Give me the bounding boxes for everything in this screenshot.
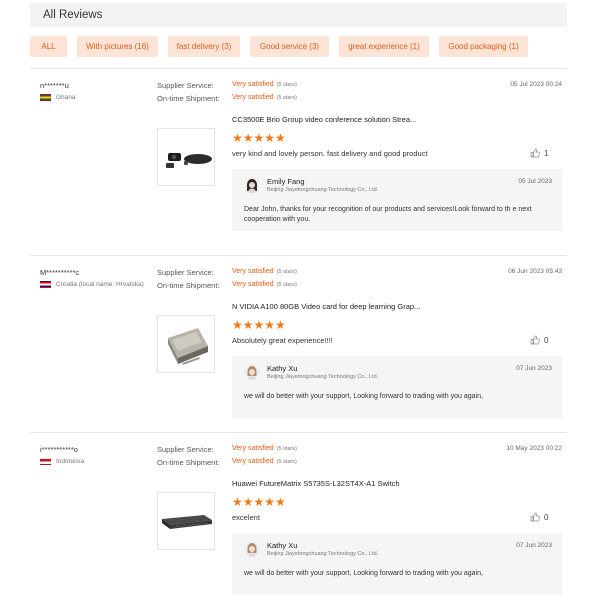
country-name: Ghana: [56, 94, 76, 101]
replier-name: Kathy Xu: [267, 364, 298, 373]
reply-text: Dear John, thanks for your recognition o…: [244, 206, 532, 223]
reply-text: we will do better with your support, Loo…: [244, 393, 483, 400]
replier-name: Emily Fang: [267, 177, 305, 186]
croatia-flag-icon: [40, 281, 51, 288]
replier-company: Beijing Jiayetongchuang Technology Co., …: [267, 551, 379, 557]
reviewer-country: Indonesia: [40, 458, 84, 465]
star-rating: ★★★★★: [232, 318, 286, 332]
review-item: n*******u Ghana Supplier Service: On-tim…: [30, 81, 567, 256]
reviewer-country: Ghana: [40, 94, 76, 101]
country-name: Indonesia: [56, 458, 85, 465]
product-image[interactable]: [157, 128, 215, 186]
supplier-reply: Emily Fang Beijing Jiayetongchuang Techn…: [232, 169, 562, 231]
reviewer-name: M**********c: [40, 268, 80, 277]
review-date: 10 May 2023 00:22: [506, 445, 562, 452]
supplier-reply: Kathy Xu Beijing Jiayetongchuang Technol…: [232, 533, 562, 595]
ontime-shipment-rating: Very satisfied (5 stars): [232, 94, 297, 101]
supplier-service-rating: Very satisfied (5 stars): [232, 268, 297, 275]
supplier-reply: Kathy Xu Beijing Jiayetongchuang Technol…: [232, 356, 562, 418]
ontime-shipment-rating: Very satisfied (5 stars): [232, 281, 297, 288]
review-filters: ALL With pictures (16) fast delivery (3)…: [30, 36, 538, 57]
replier-company: Beijing Jiayetongchuang Technology Co., …: [267, 187, 379, 193]
reviewer-name: i***********o: [40, 445, 78, 454]
product-image[interactable]: [157, 315, 215, 373]
supplier-service-rating: Very satisfied (5 stars): [232, 445, 297, 452]
thumbs-up-icon: [530, 512, 540, 522]
thumbs-up-icon: [530, 335, 540, 345]
review-comment: very kind and lovely person. fast delive…: [232, 149, 428, 158]
supplier-service-label: Supplier Service:: [157, 445, 214, 454]
ontime-shipment-rating: Very satisfied (5 stars): [232, 458, 297, 465]
review-item: i***********o Indonesia Supplier Service…: [30, 445, 567, 600]
ontime-shipment-label: On-time Shipment:: [157, 458, 220, 467]
like-button[interactable]: 1: [530, 148, 548, 158]
filter-fast-delivery[interactable]: fast delivery (3): [168, 36, 240, 57]
review-item: M**********c Croatia (local name: Hrvats…: [30, 268, 567, 443]
product-title[interactable]: CC3500E Brio Group video conference solu…: [232, 115, 416, 124]
reviews-header: All Reviews: [30, 3, 567, 27]
avatar: [244, 177, 260, 193]
ontime-shipment-label: On-time Shipment:: [157, 94, 220, 103]
page-title: All Reviews: [43, 9, 103, 21]
replier-company: Beijing Jiayetongchuang Technology Co., …: [267, 374, 379, 380]
reply-date: 05 Jul 2023: [518, 178, 552, 185]
product-title[interactable]: N VIDIA A100 80GB Video card for deep le…: [232, 302, 420, 311]
supplier-service-rating: Very satisfied (5 stars): [232, 81, 297, 88]
like-button[interactable]: 0: [530, 335, 548, 345]
avatar: [244, 541, 260, 557]
filter-good-service[interactable]: Good service (3): [250, 36, 329, 57]
graphics-card-icon: [168, 328, 208, 366]
ontime-shipment-label: On-time Shipment:: [157, 281, 220, 290]
divider: [30, 255, 567, 256]
like-button[interactable]: 0: [530, 512, 548, 522]
user-avatar-icon: [244, 541, 260, 557]
product-image[interactable]: [157, 492, 215, 550]
filter-all[interactable]: ALL: [30, 36, 67, 57]
user-avatar-icon: [244, 364, 260, 380]
country-name: Croatia (local name: Hrvatska): [56, 281, 144, 288]
filter-great-experience[interactable]: great experience (1): [339, 36, 429, 57]
indonesia-flag-icon: [40, 458, 51, 465]
avatar: [244, 364, 260, 380]
star-rating: ★★★★★: [232, 495, 286, 509]
review-date: 06 Jun 2023 05:43: [508, 268, 562, 275]
reply-text: we will do better with your support, Loo…: [244, 570, 483, 577]
divider: [30, 432, 567, 433]
supplier-service-label: Supplier Service:: [157, 268, 214, 277]
review-date: 05 Jul 2023 00:24: [510, 81, 562, 88]
user-avatar-icon: [244, 177, 260, 193]
filter-good-packaging[interactable]: Good packaging (1): [439, 36, 528, 57]
product-title[interactable]: Huawei FutureMatrix S5735S-L32ST4X-A1 Sw…: [232, 479, 400, 488]
divider: [30, 68, 567, 69]
replier-name: Kathy Xu: [267, 541, 298, 550]
reply-date: 07 Jun 2023: [516, 365, 552, 372]
reviewer-country: Croatia (local name: Hrvatska): [40, 281, 144, 288]
video-conference-camera-icon: [166, 153, 212, 168]
ghana-flag-icon: [40, 94, 51, 101]
filter-with-pictures[interactable]: With pictures (16): [77, 36, 158, 57]
reply-date: 07 Jun 2023: [516, 542, 552, 549]
thumbs-up-icon: [530, 148, 540, 158]
network-switch-icon: [162, 515, 212, 529]
like-count: 0: [544, 512, 549, 522]
review-comment: Absolutely great experience!!!!: [232, 336, 333, 345]
star-rating: ★★★★★: [232, 131, 286, 145]
reviewer-name: n*******u: [40, 81, 69, 90]
review-comment: excelent: [232, 513, 260, 522]
supplier-service-label: Supplier Service:: [157, 81, 214, 90]
like-count: 1: [544, 148, 549, 158]
like-count: 0: [544, 335, 549, 345]
